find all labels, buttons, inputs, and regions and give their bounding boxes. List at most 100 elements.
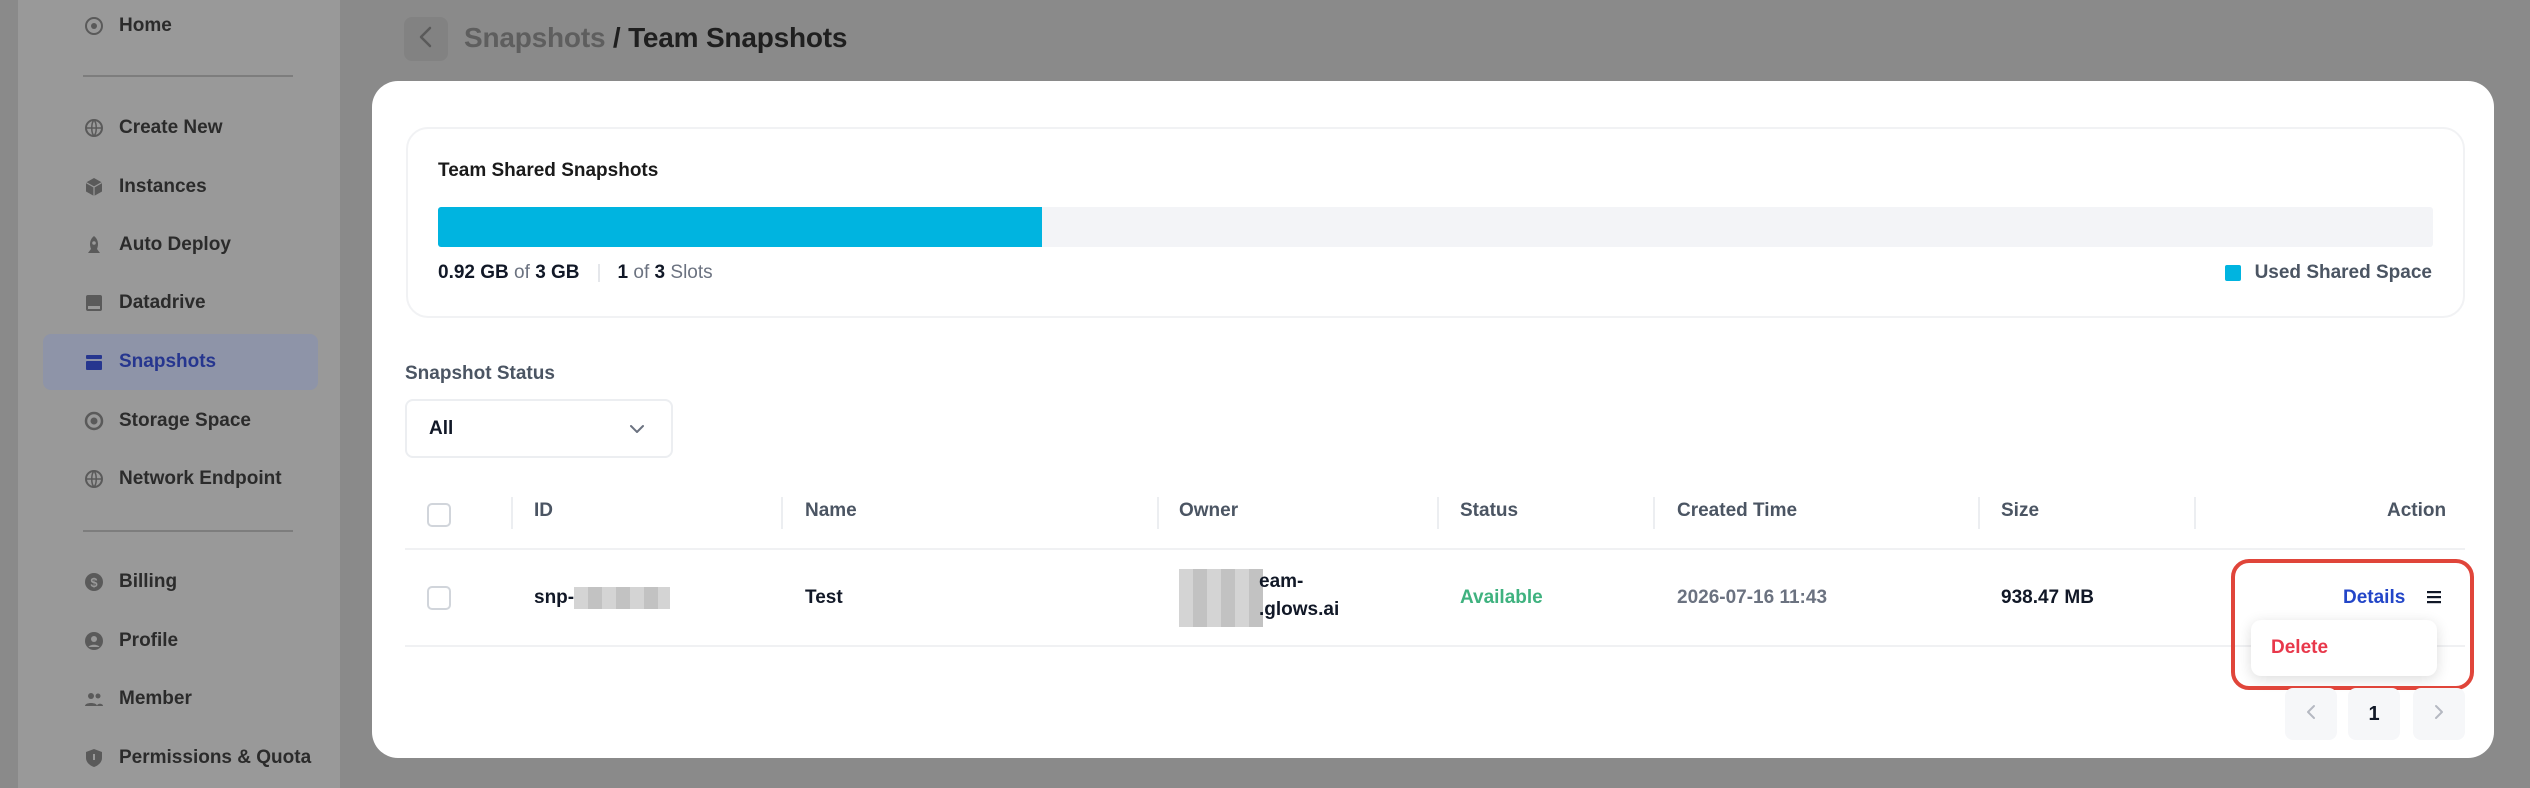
globe-plus-icon (83, 117, 105, 139)
snapshot-size: 938.47 MB (2001, 587, 2094, 608)
snapshot-icon (83, 351, 105, 373)
sidebar-item-permissions-quota[interactable]: Permissions & Quota (43, 730, 318, 786)
slots-used: 1 (617, 262, 629, 283)
shield-icon (83, 747, 105, 769)
page-title: Team Snapshots (628, 22, 848, 53)
sidebar-item-storage-space[interactable]: Storage Space (43, 393, 318, 449)
sidebar-item-network-endpoint[interactable]: Network Endpoint (43, 451, 318, 507)
column-divider (511, 497, 513, 529)
sidebar-item-label: Home (119, 15, 172, 36)
sidebar-item-label: Billing (119, 571, 178, 592)
column-divider (1978, 497, 1980, 529)
members-icon (83, 688, 105, 710)
column-header-name: Name (805, 500, 857, 521)
status-badge: Available (1460, 587, 1543, 608)
column-header-owner: Owner (1179, 500, 1239, 521)
usage-separator (597, 264, 600, 282)
breadcrumb-separator: / (605, 22, 629, 53)
sidebar-item-label: Create New (119, 117, 223, 138)
chevron-left-icon (2306, 703, 2316, 726)
chevron-down-icon (629, 418, 645, 440)
pagination-page-number: 1 (2368, 702, 2380, 725)
user-icon (83, 630, 105, 652)
usage-used: 0.92 GB (438, 262, 509, 283)
cube-icon (83, 176, 105, 198)
pagination-next-button[interactable] (2413, 688, 2465, 740)
column-divider (1437, 497, 1439, 529)
sidebar-item-auto-deploy[interactable]: Auto Deploy (43, 217, 318, 273)
column-header-created-time: Created Time (1677, 500, 1798, 521)
sidebar-item-member[interactable]: Member (43, 671, 318, 727)
usage-of-text: of (514, 262, 530, 283)
pagination-prev-button[interactable] (2285, 688, 2337, 740)
usage-progress-bar (438, 207, 2433, 247)
sidebar-item-datadrive[interactable]: Datadrive (43, 275, 318, 331)
slots-total: 3 (654, 262, 666, 283)
highlight-annotation (2231, 559, 2474, 690)
redacted-id (574, 587, 671, 609)
back-button[interactable] (404, 17, 448, 61)
select-all-checkbox[interactable] (427, 503, 451, 527)
column-header-status: Status (1460, 500, 1519, 521)
sidebar-item-label: Storage Space (119, 410, 251, 431)
chevron-left-icon (418, 26, 434, 53)
sidebar-item-label: Permissions & Quota (119, 747, 312, 768)
sidebar-item-instances[interactable]: Instances (43, 159, 318, 215)
breadcrumb-parent-link[interactable]: Snapshots (464, 22, 606, 53)
usage-summary: 0.92 GB of 3 GB 1 of 3 Slots (438, 262, 713, 284)
column-header-size: Size (2001, 500, 2040, 521)
snapshot-id: snp- (534, 587, 671, 609)
sidebar-divider (83, 75, 293, 77)
network-icon (83, 468, 105, 490)
sidebar: Home Create New Instances Auto Deploy Da… (18, 0, 340, 788)
table-header-divider (405, 548, 2465, 550)
legend-swatch (2224, 265, 2241, 281)
status-filter-select[interactable]: All (405, 399, 673, 458)
rocket-icon (83, 234, 105, 256)
drive-icon (83, 292, 105, 314)
column-divider (1653, 497, 1655, 529)
column-divider (781, 497, 783, 529)
redacted-owner (1179, 569, 1263, 627)
sidebar-divider (83, 530, 293, 532)
column-divider (2194, 497, 2196, 529)
column-header-action: Action (2387, 500, 2447, 521)
sidebar-item-create-new[interactable]: Create New (43, 100, 318, 156)
sidebar-item-label: Network Endpoint (119, 468, 282, 489)
sidebar-item-snapshots[interactable]: Snapshots (43, 334, 318, 390)
breadcrumb: Snapshots / Team Snapshots (464, 22, 847, 54)
sidebar-item-label: Snapshots (119, 351, 217, 372)
sidebar-item-label: Member (119, 688, 192, 709)
snapshot-id-prefix: snp- (534, 587, 575, 608)
legend-label: Used Shared Space (2254, 262, 2432, 283)
sidebar-item-billing[interactable]: $ Billing (43, 554, 318, 610)
svg-text:$: $ (90, 575, 98, 590)
table-row-divider (405, 645, 2465, 647)
owner-line-2: .glows.ai (1259, 599, 1340, 620)
sidebar-item-label: Instances (119, 176, 207, 197)
owner-line-1: eam- (1259, 571, 1304, 592)
slots-label: Slots (670, 262, 713, 283)
sidebar-item-label: Auto Deploy (119, 234, 231, 255)
chevron-right-icon (2434, 703, 2444, 726)
home-icon (83, 15, 105, 37)
row-checkbox[interactable] (427, 586, 451, 610)
column-header-id: ID (534, 500, 553, 521)
sidebar-item-home[interactable]: Home (43, 0, 318, 54)
usage-title: Team Shared Snapshots (438, 160, 659, 181)
sidebar-item-label: Profile (119, 630, 179, 651)
snapshot-name: Test (805, 587, 843, 608)
storage-icon (83, 410, 105, 432)
slots-of-text: of (633, 262, 650, 283)
usage-total: 3 GB (535, 262, 580, 283)
pagination-page-button[interactable]: 1 (2348, 688, 2400, 740)
status-filter-value: All (429, 417, 454, 439)
snapshot-owner: eam- .glows.ai (1179, 569, 1349, 627)
created-time: 2026-07-16 11:43 (1677, 587, 1828, 608)
dollar-icon: $ (83, 571, 105, 593)
sidebar-item-profile[interactable]: Profile (43, 613, 318, 669)
filter-label: Snapshot Status (405, 363, 555, 384)
usage-progress-fill (438, 207, 1043, 247)
column-divider (1157, 497, 1159, 529)
sidebar-item-label: Datadrive (119, 292, 206, 313)
